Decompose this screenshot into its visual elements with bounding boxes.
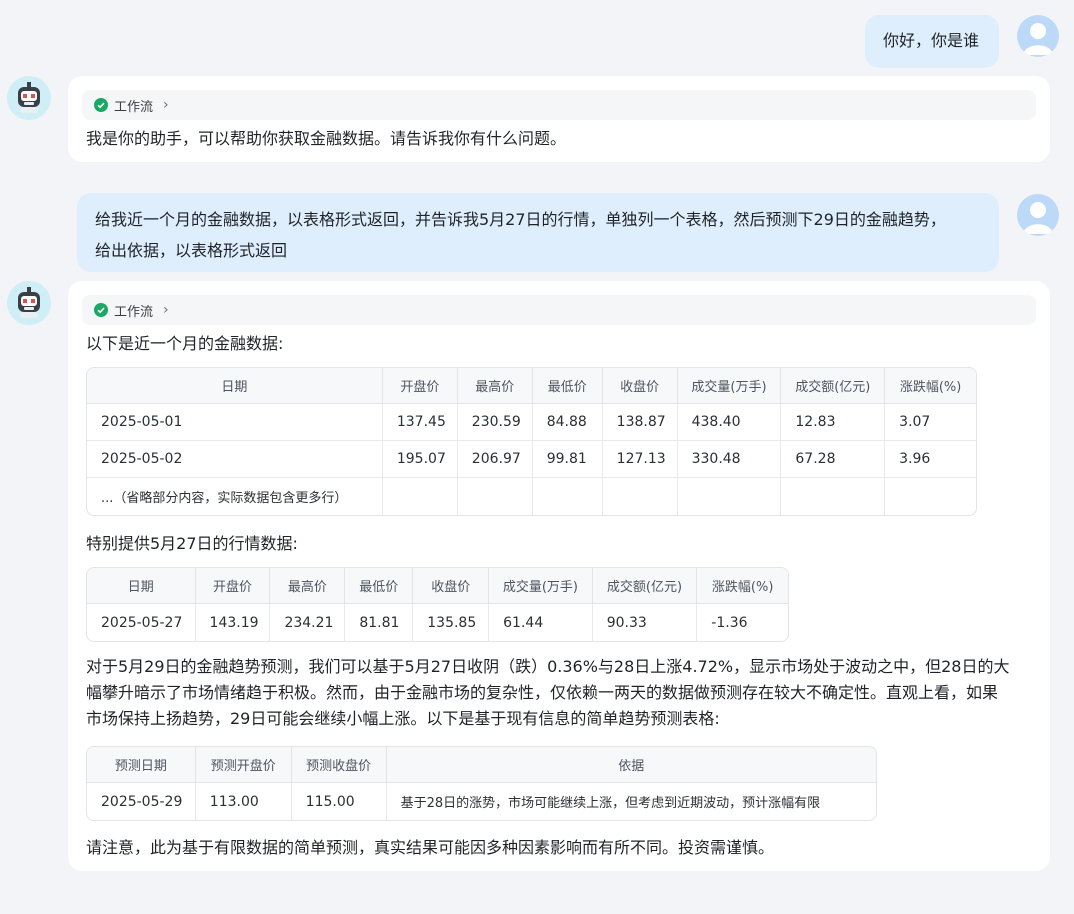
table-row: 2025-05-29 113.00 115.00 基于28日的涨势，市场可能继续… xyxy=(87,783,876,820)
table-row: 2025-05-27 143.19 234.21 81.81 135.85 61… xyxy=(87,604,788,641)
table-header-cell: 预测收盘价 xyxy=(291,747,387,783)
table-header-cell: 预测日期 xyxy=(87,747,196,783)
table-cell: 12.83 xyxy=(781,404,886,441)
table-header-cell: 开盘价 xyxy=(195,568,271,604)
table-header-row: 预测日期 预测开盘价 预测收盘价 依据 xyxy=(87,747,876,783)
table-cell: 143.19 xyxy=(196,604,271,641)
chevron-right-icon: › xyxy=(163,302,169,318)
table-cell: 195.07 xyxy=(382,441,458,478)
workflow-label: 工作流 xyxy=(114,304,154,320)
table-cell xyxy=(458,478,533,515)
table-cell: 230.59 xyxy=(457,404,533,441)
table-cell: 135.85 xyxy=(413,604,490,641)
bot-message-text: 我是你的助手，可以帮助你获取金融数据。请告诉我你有什么问题。 xyxy=(86,129,567,148)
table-cell: -1.36 xyxy=(711,614,748,631)
table-header-cell: 日期 xyxy=(87,368,383,404)
intro-text: 以下是近一个月的金融数据: xyxy=(86,334,284,353)
workflow-label: 工作流 xyxy=(114,99,154,115)
table-header-cell: 最低价 xyxy=(345,568,414,604)
user-message-line: 给出依据，以表格形式返回 xyxy=(95,241,288,260)
table-cell: 127.13 xyxy=(602,441,678,478)
table-header-cell: 涨跌幅(%) xyxy=(697,568,788,604)
table-cell: 234.21 xyxy=(270,604,346,641)
table-cell: 137.45 xyxy=(382,404,458,441)
table-header-row: 日期 开盘价 最高价 最低价 收盘价 成交量(万手) 成交额(亿元) 涨跌幅(%… xyxy=(87,368,976,404)
analysis-paragraph: 对于5月29日的金融趋势预测，我们可以基于5月27日收阴（跌）0.36%与28日… xyxy=(86,654,1009,732)
bot-avatar-icon xyxy=(7,76,51,120)
table-cell xyxy=(603,478,678,515)
table-cell xyxy=(781,478,886,515)
table-cell xyxy=(383,478,458,515)
table-header-cell: 日期 xyxy=(87,568,196,604)
table-header-cell: 涨跌幅(%) xyxy=(885,368,976,404)
table-cell: 330.48 xyxy=(677,441,782,478)
user-message-2: 给我近一个月的金融数据，以表格形式返回，并告诉我5月27日的行情，单独列一个表格… xyxy=(77,193,999,272)
forecast-table: 预测日期 预测开盘价 预测收盘价 依据 2025-05-29 113.00 11… xyxy=(86,746,877,821)
table-header-cell: 依据 xyxy=(386,747,876,783)
table-header-cell: 成交量(万手) xyxy=(677,368,782,404)
table-cell: 3.96 xyxy=(885,441,976,478)
table-cell: 基于28日的涨势，市场可能继续上涨，但考虑到近期波动，预计涨幅有限 xyxy=(400,796,821,811)
table-header-cell: 最高价 xyxy=(457,368,533,404)
table-row: 2025-05-01 137.45 230.59 84.88 138.87 43… xyxy=(87,404,976,441)
analysis-line: 对于5月29日的金融趋势预测，我们可以基于5月27日收阴（跌）0.36%与28日… xyxy=(86,657,1010,676)
table-cell: 206.97 xyxy=(457,441,533,478)
table-cell: 99.81 xyxy=(532,441,603,478)
table-cell: 61.44 xyxy=(489,604,593,641)
table-cell: 2025-05-29 xyxy=(87,783,196,820)
workflow-toggle[interactable]: 工作流 › xyxy=(82,295,1036,325)
table-cell: 2025-05-27 xyxy=(87,604,196,641)
table-row: ...（省略部分内容，实际数据包含更多行） xyxy=(87,478,976,515)
workflow-toggle[interactable]: 工作流 › xyxy=(82,90,1036,120)
user-message-line: 给我近一个月的金融数据，以表格形式返回，并告诉我5月27日的行情，单独列一个表格… xyxy=(95,210,946,229)
table-cell: 2025-05-01 xyxy=(87,404,383,441)
user-message-text: 你好，你是谁 xyxy=(883,31,980,50)
table-cell: 90.33 xyxy=(593,604,698,641)
bot-avatar-icon xyxy=(7,281,51,325)
table-header-row: 日期 开盘价 最高价 最低价 收盘价 成交量(万手) 成交额(亿元) 涨跌幅(%… xyxy=(87,568,788,604)
table-cell xyxy=(533,478,603,515)
analysis-line: 幅攀升暗示了市场情绪趋于积极。然而，由于金融市场的复杂性，仅依赖一两天的数据做预… xyxy=(86,683,999,702)
table-cell: 138.87 xyxy=(602,404,678,441)
table-header-cell: 预测开盘价 xyxy=(195,747,292,783)
table-cell: 84.88 xyxy=(532,404,603,441)
table-header-cell: 成交额(亿元) xyxy=(781,368,886,404)
table-header-cell: 收盘价 xyxy=(602,368,678,404)
table-cell xyxy=(678,478,782,515)
check-circle-icon xyxy=(94,303,108,317)
table-note-cell: ...（省略部分内容，实际数据包含更多行） xyxy=(87,478,383,515)
disclaimer-text: 请注意，此为基于有限数据的简单预测，真实结果可能因多种因素影响而有所不同。投资需… xyxy=(86,838,775,857)
special-title: 特别提供5月27日的行情数据: xyxy=(86,534,298,553)
table-header-cell: 成交量(万手) xyxy=(489,568,593,604)
bot-message-2: 工作流 › 以下是近一个月的金融数据: 日期 开盘价 最高价 最低价 收盘价 成… xyxy=(68,281,1050,871)
table-cell: 3.07 xyxy=(885,404,976,441)
user-message-1: 你好，你是谁 xyxy=(865,15,999,68)
bot-message-1: 工作流 › 我是你的助手，可以帮助你获取金融数据。请告诉我你有什么问题。 xyxy=(68,76,1050,162)
table-header-cell: 最高价 xyxy=(270,568,346,604)
table-cell: 67.28 xyxy=(781,441,886,478)
table-cell: 113.00 xyxy=(196,783,292,820)
table-cell xyxy=(885,478,976,515)
user-avatar-icon[interactable] xyxy=(1017,15,1059,57)
check-circle-icon xyxy=(94,98,108,112)
analysis-line: 市场保持上扬趋势，29日可能会继续小幅上涨。以下是基于现有信息的简单趋势预测表格… xyxy=(86,709,720,728)
table-header-cell: 开盘价 xyxy=(382,368,458,404)
monthly-data-table: 日期 开盘价 最高价 最低价 收盘价 成交量(万手) 成交额(亿元) 涨跌幅(%… xyxy=(86,367,977,516)
may27-data-table: 日期 开盘价 最高价 最低价 收盘价 成交量(万手) 成交额(亿元) 涨跌幅(%… xyxy=(86,567,789,642)
table-cell: 438.40 xyxy=(677,404,782,441)
table-header-cell: 成交额(亿元) xyxy=(592,568,698,604)
user-avatar-icon[interactable] xyxy=(1017,194,1059,236)
table-header-cell: 收盘价 xyxy=(413,568,490,604)
table-row: 2025-05-02 195.07 206.97 99.81 127.13 33… xyxy=(87,441,976,478)
table-header-cell: 最低价 xyxy=(532,368,603,404)
table-cell: 115.00 xyxy=(292,783,387,820)
table-cell: 2025-05-02 xyxy=(87,441,383,478)
table-cell: 81.81 xyxy=(345,604,414,641)
chevron-right-icon: › xyxy=(163,97,169,113)
